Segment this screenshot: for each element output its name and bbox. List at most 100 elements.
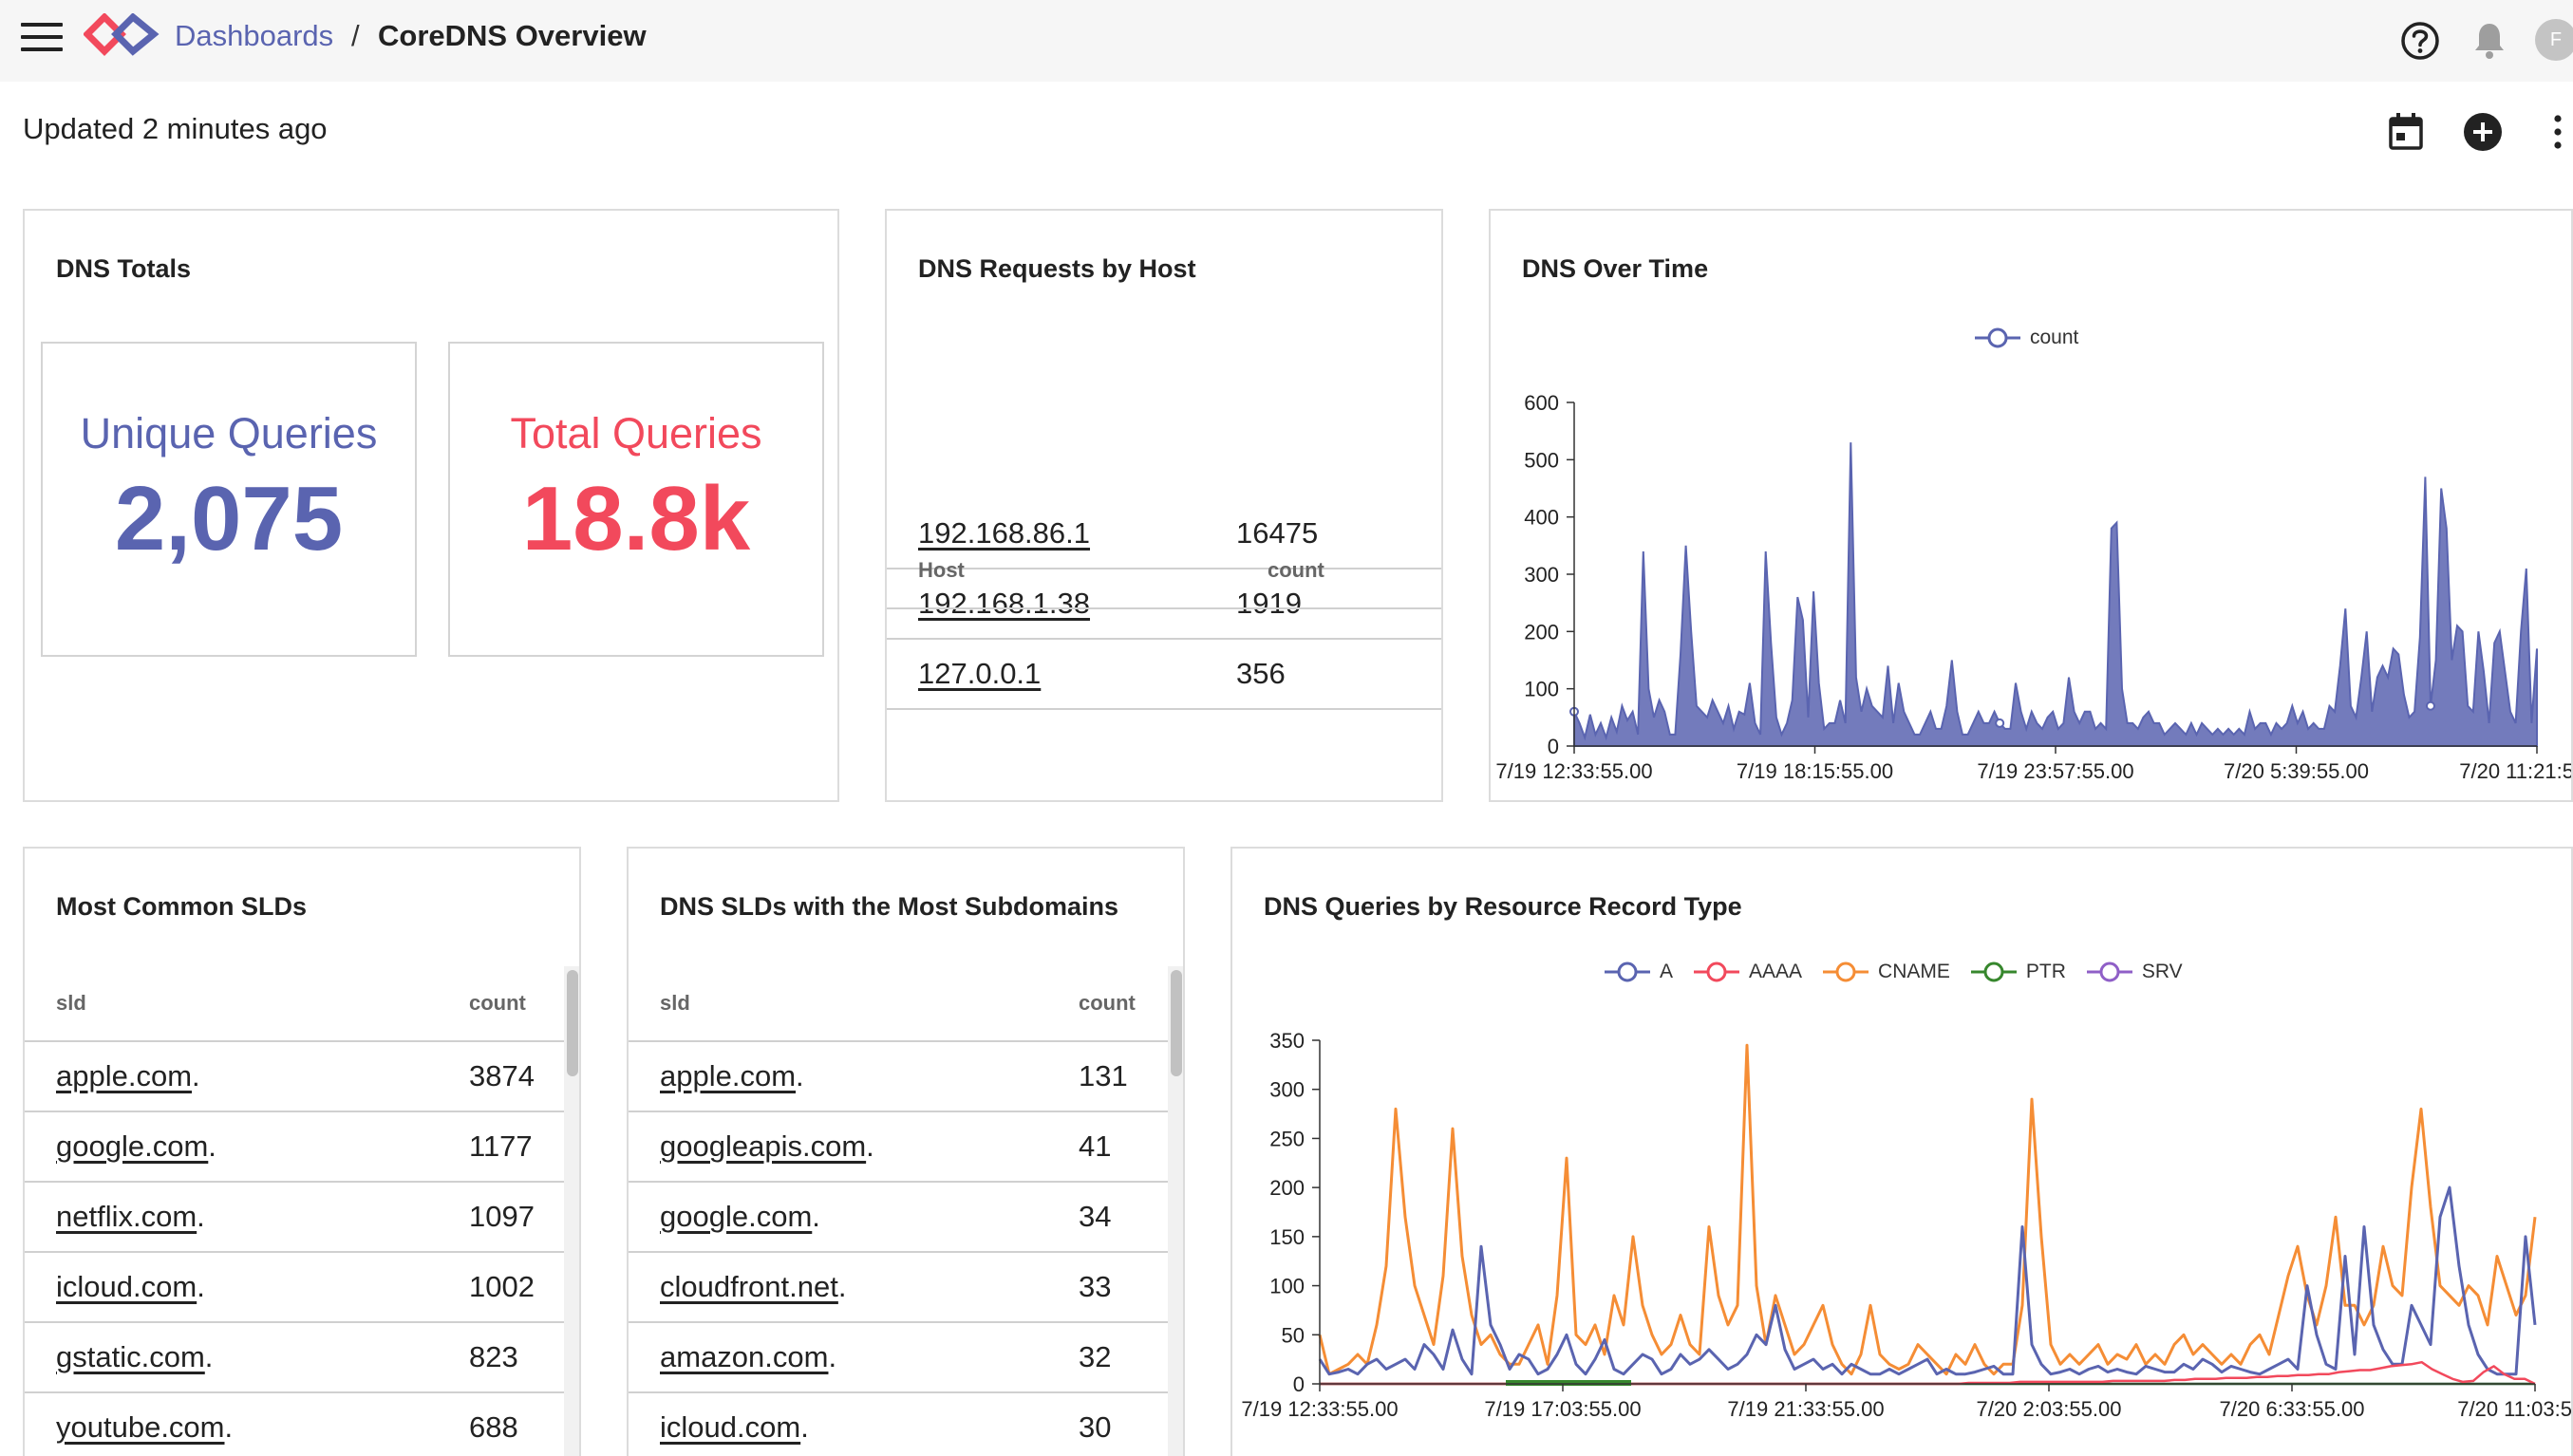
column-header-count[interactable]: count	[469, 991, 526, 1016]
x-tick-label: 7/19 21:33:55.00	[1727, 1397, 1884, 1421]
sld-count: 131	[1079, 1042, 1170, 1112]
x-tick-label: 7/19 17:03:55.00	[1484, 1397, 1641, 1421]
user-avatar[interactable]: F	[2535, 19, 2573, 61]
sld-count: 1097	[469, 1182, 566, 1253]
table-row: google.com. 34	[629, 1182, 1170, 1253]
y-tick-label: 500	[1524, 448, 1559, 472]
y-tick-label: 250	[1269, 1127, 1305, 1150]
x-tick-label: 7/19 12:33:55.00	[1241, 1397, 1398, 1421]
requests-by-host-panel: DNS Requests by Host 192.168.86.1 16475 …	[885, 209, 1443, 802]
x-tick-label: 7/19 12:33:55.00	[1495, 759, 1652, 783]
sld-trailing-dot: .	[837, 1270, 847, 1303]
data-point[interactable]	[1995, 718, 2005, 728]
sld-link[interactable]: icloud.com	[660, 1410, 800, 1444]
column-header-sld[interactable]: sld	[660, 991, 690, 1016]
sld-count: 1177	[469, 1111, 566, 1183]
avatar-initial: F	[2549, 29, 2563, 50]
table-scrollbar[interactable]	[564, 966, 579, 1456]
sld-trailing-dot: .	[204, 1340, 214, 1373]
y-tick-label: 400	[1524, 506, 1559, 530]
y-tick-label: 50	[1282, 1323, 1305, 1347]
common-slds-panel: Most Common SLDs sld count apple.com. 387…	[23, 847, 581, 1456]
total-queries-value: 18.8k	[521, 468, 751, 569]
sld-trailing-dot: .	[866, 1129, 874, 1163]
add-panel-icon[interactable]	[2463, 112, 2503, 152]
table-row: googleapis.com. 41	[629, 1111, 1170, 1183]
dns-over-time-panel: DNS Over Time count 0 100 200 300 400 500 600 7…	[1489, 209, 2573, 802]
table-row: youtube.com. 688	[25, 1392, 566, 1456]
y-tick-label: 300	[1524, 563, 1559, 587]
table-row: amazon.com. 32	[629, 1322, 1170, 1393]
scrollbar-thumb[interactable]	[567, 970, 578, 1076]
sld-link[interactable]: googleapis.com	[660, 1129, 866, 1163]
y-tick-label: 0	[1548, 735, 1559, 758]
notifications-bell-icon[interactable]	[2472, 21, 2507, 61]
sld-count: 1002	[469, 1252, 566, 1323]
record-types-panel: DNS Queries by Resource Record Type A AAA…	[1230, 847, 2573, 1456]
more-options-icon[interactable]	[2546, 112, 2569, 152]
slds-subdomains-panel: DNS SLDs with the Most Subdomains sld co…	[627, 847, 1185, 1456]
column-header-count[interactable]: count	[1079, 991, 1136, 1016]
sld-link[interactable]: apple.com	[660, 1059, 796, 1092]
x-tick-label: 7/20 6:33:55.00	[2220, 1397, 2365, 1421]
column-header-sld[interactable]: sld	[56, 991, 86, 1016]
series-line-a[interactable]	[1318, 1185, 2537, 1376]
table-row: icloud.com. 1002	[25, 1252, 566, 1323]
sld-count: 30	[1079, 1392, 1170, 1456]
sld-link[interactable]: cloudfront.net	[660, 1270, 838, 1303]
dns-totals-panel: DNS Totals Unique Queries 2,075 Total Qu…	[23, 209, 839, 802]
sld-link[interactable]: google.com	[660, 1200, 812, 1233]
column-header-count[interactable]: count	[1268, 558, 1324, 583]
table-row: cloudfront.net. 33	[629, 1252, 1170, 1323]
record-types-chart: 0 50 100 150 200 250 300 350 7/19 12:33:55.00 7/1…	[1241, 1029, 2571, 1421]
scrollbar-thumb[interactable]	[1171, 970, 1182, 1076]
table-row: icloud.com. 30	[629, 1392, 1170, 1456]
sld-link[interactable]: gstatic.com	[56, 1340, 205, 1373]
y-tick-label: 200	[1269, 1176, 1305, 1200]
column-header-host[interactable]: Host	[918, 558, 965, 583]
sld-link[interactable]: youtube.com	[56, 1410, 225, 1444]
sld-count: 823	[469, 1322, 566, 1393]
sld-link[interactable]: icloud.com	[56, 1270, 197, 1303]
sld-link[interactable]: amazon.com	[660, 1340, 828, 1373]
help-icon[interactable]	[2400, 21, 2440, 61]
table-row: 127.0.0.1 356	[887, 639, 1441, 710]
last-updated-text: Updated 2 minutes ago	[23, 112, 328, 145]
calendar-icon[interactable]	[2387, 112, 2425, 152]
sld-count: 41	[1079, 1111, 1170, 1183]
breadcrumb-dashboards-link[interactable]: Dashboards	[175, 17, 333, 55]
sld-count: 688	[469, 1392, 566, 1456]
sld-count: 3874	[469, 1042, 566, 1112]
sld-trailing-dot: .	[208, 1129, 216, 1163]
subdomains-table-header-row: sld count	[629, 968, 1170, 1042]
slds-table-header-row: sld count	[25, 968, 566, 1042]
table-scrollbar[interactable]	[1168, 966, 1183, 1456]
menu-icon[interactable]	[21, 23, 63, 51]
sld-trailing-dot: .	[800, 1410, 809, 1444]
x-tick-label: 7/19 23:57:55.00	[1977, 759, 2133, 783]
y-tick-label: 200	[1524, 620, 1559, 644]
x-tick-label: 7/20 2:03:55.00	[1977, 1397, 2122, 1421]
series-area-count[interactable]	[1573, 442, 2538, 747]
sld-link[interactable]: google.com	[56, 1129, 208, 1163]
sld-trailing-dot: .	[828, 1340, 837, 1373]
sld-link[interactable]: apple.com	[56, 1059, 192, 1092]
panel-title: Most Common SLDs	[56, 892, 308, 921]
sld-count: 34	[1079, 1182, 1170, 1253]
breadcrumb-separator: /	[351, 19, 360, 52]
y-tick-label: 100	[1269, 1275, 1305, 1298]
sld-link[interactable]: netflix.com	[56, 1200, 197, 1233]
sld-trailing-dot: .	[796, 1059, 804, 1092]
sld-trailing-dot: .	[197, 1200, 205, 1233]
panel-title: DNS SLDs with the Most Subdomains	[660, 892, 1119, 921]
page-title: CoreDNS Overview	[378, 19, 647, 52]
data-point[interactable]	[2425, 700, 2435, 711]
series-line-aaaa[interactable]	[1320, 1360, 2536, 1386]
y-tick-label: 150	[1269, 1225, 1305, 1249]
app-logo-icon[interactable]	[84, 13, 160, 61]
sld-trailing-dot: .	[192, 1059, 200, 1092]
host-link[interactable]: 127.0.0.1	[918, 657, 1041, 690]
top-bar: Dashboards / CoreDNS Overview F	[0, 0, 2573, 82]
host-count: 356	[1236, 639, 1441, 710]
table-row: apple.com. 3874	[25, 1042, 566, 1112]
